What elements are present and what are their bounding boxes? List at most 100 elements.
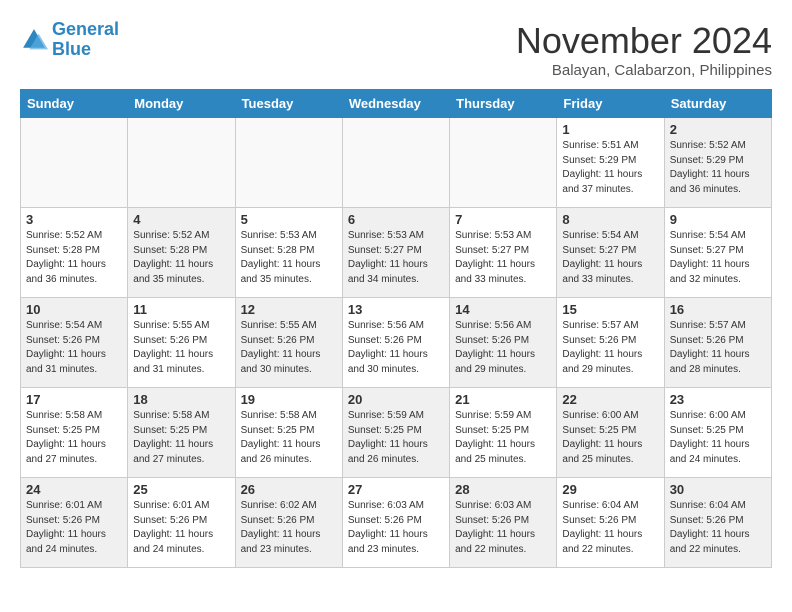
calendar-cell: 2 Sunrise: 5:52 AM Sunset: 5:29 PM Daylig… xyxy=(664,118,771,208)
calendar-cell: 6 Sunrise: 5:53 AM Sunset: 5:27 PM Daylig… xyxy=(342,208,449,298)
day-info: Sunrise: 5:52 AM Sunset: 5:28 PM Dayligh… xyxy=(26,229,122,287)
calendar-cell: 25Sunrise: 6:01 AM Sunset: 5:26 PM Dayli… xyxy=(128,478,235,568)
day-info: Sunrise: 5:54 AM Sunset: 5:27 PM Dayligh… xyxy=(670,229,766,287)
day-info: Sunrise: 5:58 AM Sunset: 5:25 PM Dayligh… xyxy=(133,409,229,467)
day-info: Sunrise: 5:59 AM Sunset: 5:25 PM Dayligh… xyxy=(348,409,444,467)
day-info: Sunrise: 6:03 AM Sunset: 5:26 PM Dayligh… xyxy=(348,499,444,557)
day-info: Sunrise: 6:00 AM Sunset: 5:25 PM Dayligh… xyxy=(562,409,658,467)
day-number: 4 xyxy=(133,212,229,227)
day-number: 24 xyxy=(26,482,122,497)
day-info: Sunrise: 5:52 AM Sunset: 5:28 PM Dayligh… xyxy=(133,229,229,287)
calendar-cell: 23 Sunrise: 6:00 AM Sunset: 5:25 PM Dayli… xyxy=(664,388,771,478)
day-number: 2 xyxy=(670,122,766,137)
day-number: 10 xyxy=(26,302,122,317)
calendar-cell: 15 Sunrise: 5:57 AM Sunset: 5:26 PM Dayli… xyxy=(557,298,664,388)
calendar-cell: 3 Sunrise: 5:52 AM Sunset: 5:28 PM Daylig… xyxy=(21,208,128,298)
calendar-cell: 26Sunrise: 6:02 AM Sunset: 5:26 PM Dayli… xyxy=(235,478,342,568)
day-number: 12 xyxy=(241,302,337,317)
day-number: 16 xyxy=(670,302,766,317)
day-number: 26 xyxy=(241,482,337,497)
calendar-cell: 21 Sunrise: 5:59 AM Sunset: 5:25 PM Dayli… xyxy=(450,388,557,478)
day-info: Sunrise: 5:54 AM Sunset: 5:27 PM Dayligh… xyxy=(562,229,658,287)
day-number: 20 xyxy=(348,392,444,407)
day-number: 28 xyxy=(455,482,551,497)
weekday-header: Sunday xyxy=(21,90,128,118)
logo: General Blue xyxy=(20,20,119,60)
month-title: November 2024 xyxy=(516,20,772,62)
day-info: Sunrise: 5:58 AM Sunset: 5:25 PM Dayligh… xyxy=(241,409,337,467)
weekday-header: Saturday xyxy=(664,90,771,118)
day-info: Sunrise: 5:59 AM Sunset: 5:25 PM Dayligh… xyxy=(455,409,551,467)
calendar-week-row: 10 Sunrise: 5:54 AM Sunset: 5:26 PM Dayli… xyxy=(21,298,772,388)
day-info: Sunrise: 6:04 AM Sunset: 5:26 PM Dayligh… xyxy=(562,499,658,557)
day-info: Sunrise: 6:01 AM Sunset: 5:26 PM Dayligh… xyxy=(26,499,122,557)
calendar-cell: 30 Sunrise: 6:04 AM Sunset: 5:26 PM Dayli… xyxy=(664,478,771,568)
day-number: 29 xyxy=(562,482,658,497)
day-info: Sunrise: 5:58 AM Sunset: 5:25 PM Dayligh… xyxy=(26,409,122,467)
calendar-week-row: 24 Sunrise: 6:01 AM Sunset: 5:26 PM Dayli… xyxy=(21,478,772,568)
calendar-cell: 13Sunrise: 5:56 AM Sunset: 5:26 PM Dayli… xyxy=(342,298,449,388)
day-number: 3 xyxy=(26,212,122,227)
calendar-cell: 28 Sunrise: 6:03 AM Sunset: 5:26 PM Dayli… xyxy=(450,478,557,568)
weekday-header-row: SundayMondayTuesdayWednesdayThursdayFrid… xyxy=(21,90,772,118)
weekday-header: Tuesday xyxy=(235,90,342,118)
calendar-table: SundayMondayTuesdayWednesdayThursdayFrid… xyxy=(20,89,772,568)
calendar-cell: 1Sunrise: 5:51 AM Sunset: 5:29 PM Daylig… xyxy=(557,118,664,208)
calendar-cell xyxy=(128,118,235,208)
day-number: 18 xyxy=(133,392,229,407)
day-info: Sunrise: 6:03 AM Sunset: 5:26 PM Dayligh… xyxy=(455,499,551,557)
calendar-cell: 4 Sunrise: 5:52 AM Sunset: 5:28 PM Daylig… xyxy=(128,208,235,298)
day-info: Sunrise: 5:55 AM Sunset: 5:26 PM Dayligh… xyxy=(241,319,337,377)
calendar-cell: 29 Sunrise: 6:04 AM Sunset: 5:26 PM Dayli… xyxy=(557,478,664,568)
weekday-header: Wednesday xyxy=(342,90,449,118)
day-number: 23 xyxy=(670,392,766,407)
calendar-cell: 18 Sunrise: 5:58 AM Sunset: 5:25 PM Dayli… xyxy=(128,388,235,478)
calendar-cell: 7Sunrise: 5:53 AM Sunset: 5:27 PM Daylig… xyxy=(450,208,557,298)
calendar-cell: 12 Sunrise: 5:55 AM Sunset: 5:26 PM Dayli… xyxy=(235,298,342,388)
day-number: 13 xyxy=(348,302,444,317)
day-number: 11 xyxy=(133,302,229,317)
calendar-cell xyxy=(450,118,557,208)
day-number: 5 xyxy=(241,212,337,227)
calendar-cell: 9 Sunrise: 5:54 AM Sunset: 5:27 PM Daylig… xyxy=(664,208,771,298)
calendar-cell: 20 Sunrise: 5:59 AM Sunset: 5:25 PM Dayli… xyxy=(342,388,449,478)
title-block: November 2024 Balayan, Calabarzon, Phili… xyxy=(516,20,772,79)
day-info: Sunrise: 5:54 AM Sunset: 5:26 PM Dayligh… xyxy=(26,319,122,377)
day-number: 21 xyxy=(455,392,551,407)
weekday-header: Thursday xyxy=(450,90,557,118)
day-number: 15 xyxy=(562,302,658,317)
day-info: Sunrise: 5:52 AM Sunset: 5:29 PM Dayligh… xyxy=(670,139,766,197)
calendar-cell: 19 Sunrise: 5:58 AM Sunset: 5:25 PM Dayli… xyxy=(235,388,342,478)
calendar-cell: 27 Sunrise: 6:03 AM Sunset: 5:26 PM Dayli… xyxy=(342,478,449,568)
day-info: Sunrise: 5:56 AM Sunset: 5:26 PM Dayligh… xyxy=(455,319,551,377)
calendar-week-row: 3 Sunrise: 5:52 AM Sunset: 5:28 PM Daylig… xyxy=(21,208,772,298)
calendar-cell: 14Sunrise: 5:56 AM Sunset: 5:26 PM Dayli… xyxy=(450,298,557,388)
day-number: 8 xyxy=(562,212,658,227)
logo-text: General Blue xyxy=(52,20,119,60)
day-info: Sunrise: 5:53 AM Sunset: 5:27 PM Dayligh… xyxy=(455,229,551,287)
day-info: Sunrise: 6:00 AM Sunset: 5:25 PM Dayligh… xyxy=(670,409,766,467)
day-info: Sunrise: 5:57 AM Sunset: 5:26 PM Dayligh… xyxy=(562,319,658,377)
day-info: Sunrise: 5:53 AM Sunset: 5:27 PM Dayligh… xyxy=(348,229,444,287)
day-number: 22 xyxy=(562,392,658,407)
day-info: Sunrise: 6:04 AM Sunset: 5:26 PM Dayligh… xyxy=(670,499,766,557)
calendar-cell xyxy=(21,118,128,208)
day-info: Sunrise: 5:57 AM Sunset: 5:26 PM Dayligh… xyxy=(670,319,766,377)
calendar-week-row: 17Sunrise: 5:58 AM Sunset: 5:25 PM Dayli… xyxy=(21,388,772,478)
day-info: Sunrise: 5:51 AM Sunset: 5:29 PM Dayligh… xyxy=(562,139,658,197)
page-header: General Blue November 2024 Balayan, Cala… xyxy=(20,20,772,79)
day-number: 6 xyxy=(348,212,444,227)
weekday-header: Friday xyxy=(557,90,664,118)
logo-icon xyxy=(20,26,48,54)
calendar-cell xyxy=(342,118,449,208)
day-number: 9 xyxy=(670,212,766,227)
calendar-cell: 24 Sunrise: 6:01 AM Sunset: 5:26 PM Dayli… xyxy=(21,478,128,568)
day-number: 27 xyxy=(348,482,444,497)
weekday-header: Monday xyxy=(128,90,235,118)
day-number: 30 xyxy=(670,482,766,497)
day-number: 19 xyxy=(241,392,337,407)
location: Balayan, Calabarzon, Philippines xyxy=(516,62,772,79)
day-info: Sunrise: 5:55 AM Sunset: 5:26 PM Dayligh… xyxy=(133,319,229,377)
day-number: 25 xyxy=(133,482,229,497)
calendar-cell: 5Sunrise: 5:53 AM Sunset: 5:28 PM Daylig… xyxy=(235,208,342,298)
